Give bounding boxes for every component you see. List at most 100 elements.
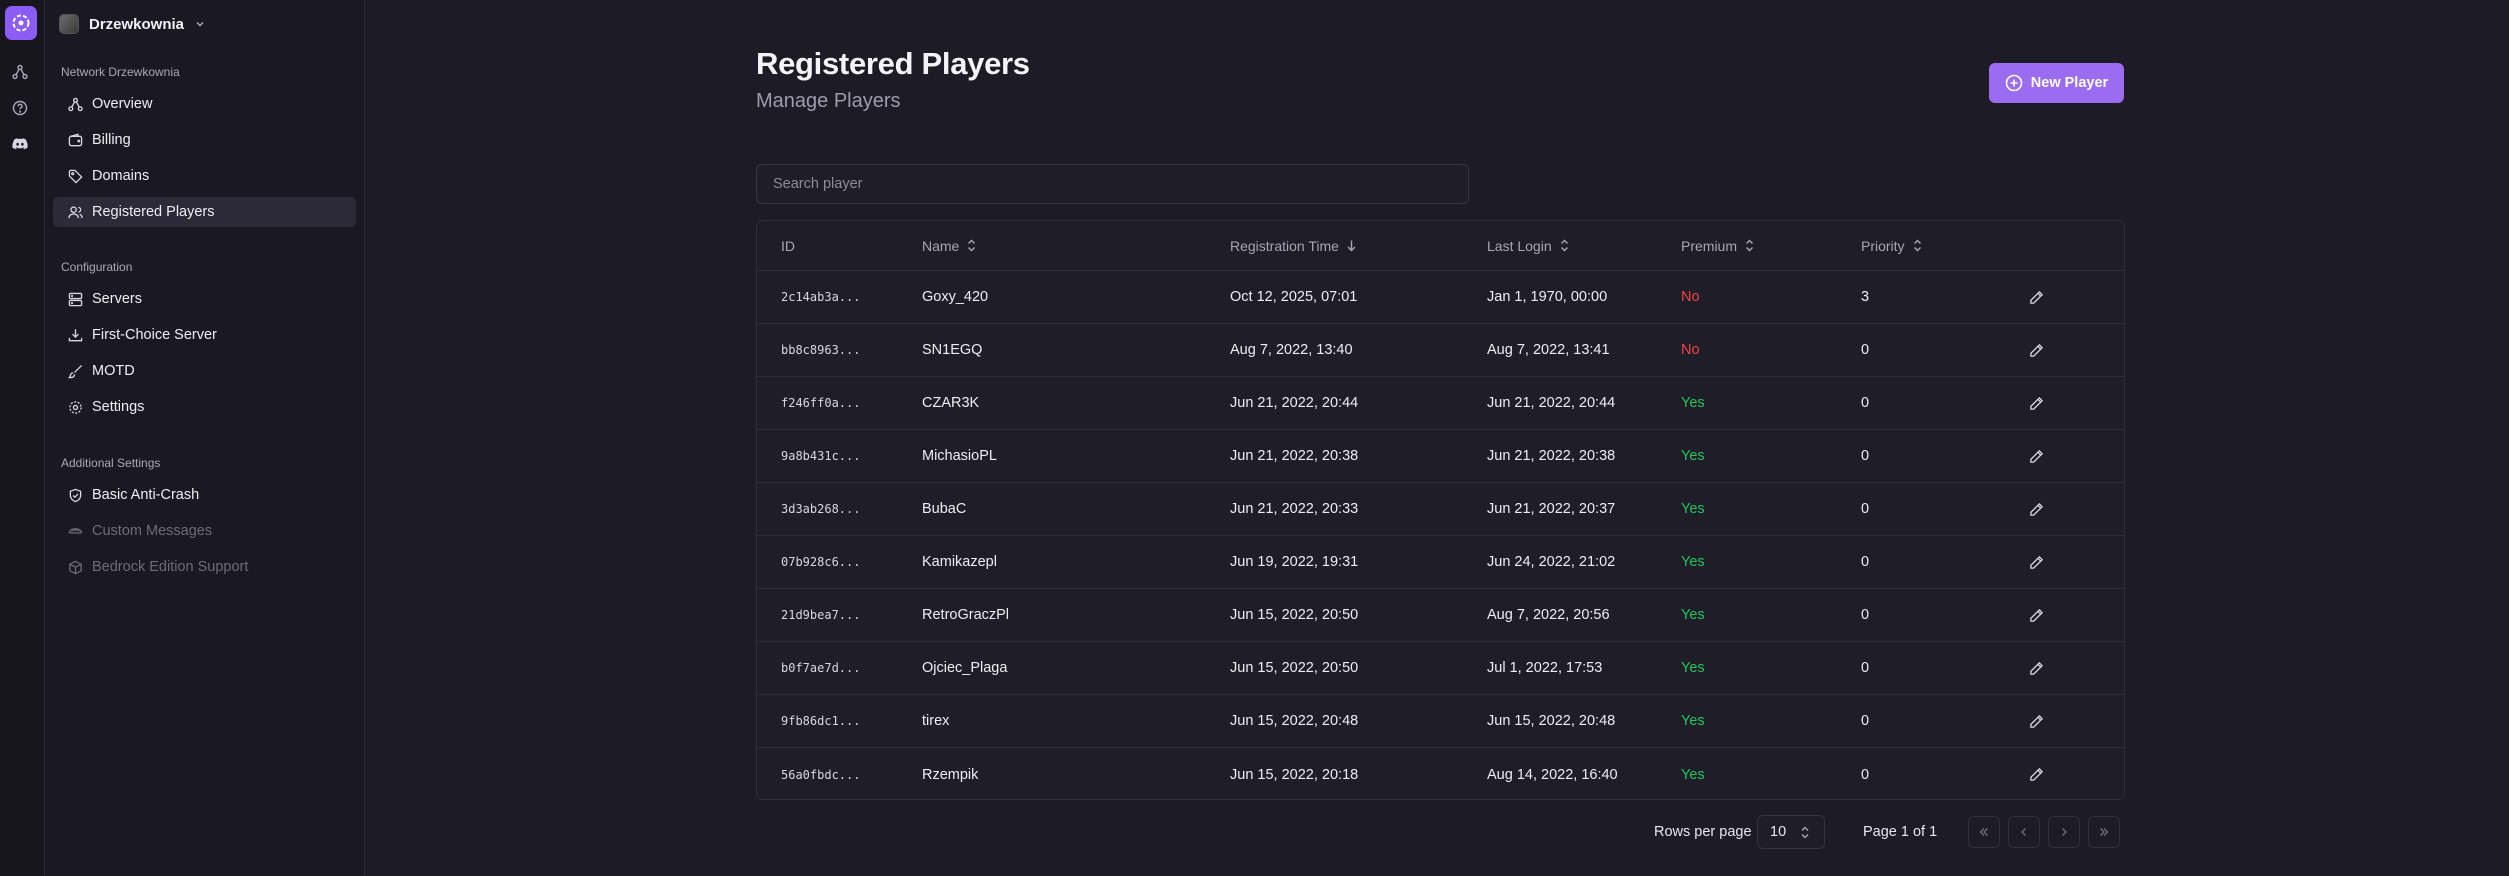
section-label-additional: Additional Settings [61, 456, 161, 470]
previous-page-button[interactable] [2008, 816, 2040, 848]
column-header-name[interactable]: Name [922, 221, 977, 270]
table-row: bb8c8963... SN1EGQ Aug 7, 2022, 13:40 Aug 7… [757, 324, 2124, 377]
column-header-priority[interactable]: Priority [1861, 221, 1923, 270]
org-switcher[interactable]: Drzewkownia [59, 12, 206, 36]
app-logo-icon[interactable] [5, 6, 37, 40]
player-name: tirex [922, 713, 950, 729]
priority-value: 0 [1861, 713, 1870, 729]
edit-player-button[interactable] [2029, 589, 2044, 641]
column-header-last-login[interactable]: Last Login [1487, 221, 1570, 270]
rows-per-page-select[interactable]: 10 [1757, 815, 1825, 849]
player-id: f246ff0a... [781, 396, 861, 410]
last-login: Jun 24, 2022, 21:02 [1487, 554, 1616, 570]
sidebar-item-servers[interactable]: Servers [53, 284, 356, 314]
player-id: 9fb86dc1... [781, 714, 861, 728]
sidebar-item-domains[interactable]: Domains [53, 161, 356, 191]
table-row: 07b928c6... Kamikazepl Jun 19, 2022, 19:31… [757, 536, 2124, 589]
column-header-registration-time[interactable]: Registration Time [1230, 221, 1357, 270]
sort-icon [1913, 239, 1921, 252]
search-input[interactable] [756, 164, 1469, 204]
registration-time: Jun 21, 2022, 20:44 [1230, 395, 1359, 411]
premium-status: Yes [1681, 501, 1705, 517]
last-login: Jul 1, 2022, 17:53 [1487, 660, 1603, 676]
pencil-icon [2030, 343, 2044, 357]
table-row: 21d9bea7... RetroGraczPl Jun 15, 2022, 20:… [757, 589, 2124, 642]
edit-player-button[interactable] [2029, 324, 2044, 376]
rows-per-page-label: Rows per page [1654, 824, 1752, 840]
edit-player-button[interactable] [2029, 536, 2044, 588]
sidebar-item-custom-messages[interactable]: Custom Messages [53, 516, 356, 546]
players-table: ID Name Registration Time Last Login Pre… [756, 220, 2125, 800]
org-avatar [59, 14, 79, 34]
last-login: Jan 1, 1970, 00:00 [1487, 289, 1608, 305]
sidebar-item-label: First-Choice Server [92, 327, 217, 343]
sidebar-item-label: Registered Players [92, 204, 215, 220]
edit-player-button[interactable] [2029, 642, 2044, 694]
sidebar-item-basic-anti-crash[interactable]: Basic Anti-Crash [53, 480, 356, 510]
sidebar-item-billing[interactable]: Billing [53, 125, 356, 155]
priority-value: 0 [1861, 607, 1870, 623]
player-id: 56a0fbdc... [781, 767, 861, 782]
sidebar-item-bedrock-edition-support[interactable]: Bedrock Edition Support [53, 552, 356, 582]
sidebar-item-first-choice-server[interactable]: First-Choice Server [53, 320, 356, 350]
sidebar-item-label: Servers [92, 291, 142, 307]
priority-value: 0 [1861, 448, 1870, 464]
sidebar-item-motd[interactable]: MOTD [53, 356, 356, 386]
edit-player-button[interactable] [2029, 748, 2044, 799]
server-icon [68, 292, 83, 306]
edit-player-button[interactable] [2029, 377, 2044, 429]
page-info: Page 1 of 1 [1863, 824, 1938, 840]
column-header-label: Name [922, 237, 960, 254]
discord-icon[interactable] [11, 135, 29, 153]
section-label-configuration: Configuration [61, 260, 133, 274]
table-row: 9fb86dc1... tirex Jun 15, 2022, 20:48 Jun 1… [757, 695, 2124, 748]
sidebar-item-label: Domains [92, 168, 150, 184]
page-subtitle: Manage Players [756, 90, 901, 112]
messages-icon [68, 527, 83, 534]
player-id: 21d9bea7... [781, 608, 861, 622]
chevron-right-icon [2062, 828, 2067, 836]
chevron-left-icon [2021, 828, 2026, 836]
edit-player-button[interactable] [2029, 483, 2044, 535]
sidebar-item-registered-players[interactable]: Registered Players [53, 197, 356, 227]
sidebar-item-settings[interactable]: Settings [53, 392, 356, 422]
pencil-icon [2030, 714, 2044, 728]
table-row: 56a0fbdc... Rzempik Jun 15, 2022, 20:18 Aug… [757, 748, 2124, 799]
table-row: f246ff0a... CZAR3K Jun 21, 2022, 20:44 Jun … [757, 377, 2124, 430]
premium-status: Yes [1681, 448, 1705, 464]
new-player-button[interactable]: New Player [1989, 63, 2124, 103]
first-page-button[interactable] [1968, 816, 2000, 848]
sidebar-item-overview[interactable]: Overview [53, 89, 356, 119]
network-icon[interactable] [11, 63, 29, 81]
next-page-button[interactable] [2048, 816, 2080, 848]
sidebar: Drzewkownia Network Drzewkownia Overview… [45, 0, 365, 876]
table-row: 2c14ab3a... Goxy_420 Oct 12, 2025, 07:01 Ja… [757, 271, 2124, 324]
edit-player-button[interactable] [2029, 430, 2044, 482]
player-name: Ojciec_Plaga [922, 660, 1008, 676]
sort-icon [968, 239, 976, 252]
sidebar-item-label: Bedrock Edition Support [92, 559, 249, 575]
column-header-premium[interactable]: Premium [1681, 221, 1755, 270]
edit-player-button[interactable] [2029, 695, 2044, 747]
shield-icon [69, 488, 82, 502]
registration-time: Jun 15, 2022, 20:50 [1230, 660, 1359, 676]
priority-value: 0 [1861, 766, 1870, 783]
last-login: Jun 15, 2022, 20:48 [1487, 713, 1616, 729]
table-row: 9a8b431c... MichasioPL Jun 21, 2022, 20:38… [757, 430, 2124, 483]
sidebar-item-label: Basic Anti-Crash [92, 487, 200, 503]
main-content: Registered Players Manage Players New Pl… [366, 0, 2509, 876]
registration-time: Jun 15, 2022, 20:50 [1230, 607, 1359, 623]
player-name: Kamikazepl [922, 554, 997, 570]
column-header-label: Priority [1861, 237, 1905, 254]
help-circle-icon[interactable] [11, 99, 29, 117]
brush-icon [68, 364, 83, 378]
player-name: SN1EGQ [922, 342, 983, 358]
table-row: b0f7ae7d... Ojciec_Plaga Jun 15, 2022, 20:… [757, 642, 2124, 695]
edit-player-button[interactable] [2029, 271, 2044, 323]
registration-time: Jun 15, 2022, 20:18 [1230, 766, 1359, 783]
last-page-button[interactable] [2088, 816, 2120, 848]
player-id: bb8c8963... [781, 343, 861, 357]
page-title: Registered Players [756, 46, 1030, 81]
premium-status: No [1681, 289, 1700, 305]
sidebar-item-label: Settings [92, 399, 145, 415]
